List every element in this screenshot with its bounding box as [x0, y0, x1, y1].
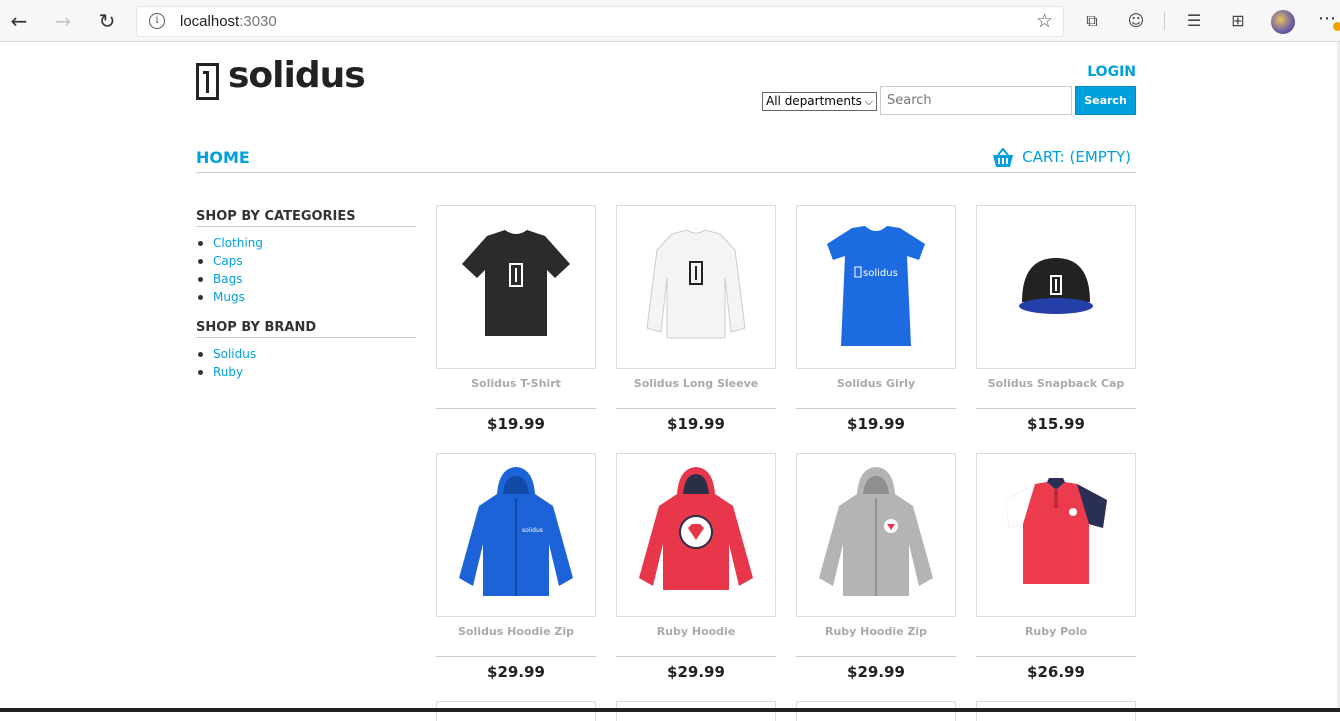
red-hoodie-image — [639, 467, 753, 590]
product-card[interactable]: Solidus T-Shirt $19.99 — [436, 205, 596, 439]
divider — [976, 656, 1136, 657]
divider — [796, 656, 956, 657]
product-price: $26.99 — [1027, 663, 1085, 681]
list-item: Ruby — [196, 363, 416, 381]
product-card[interactable]: solidus Solidus Hoodie Zip $29.99 — [436, 453, 596, 687]
product-card[interactable]: Ruby Hoodie Zip $29.99 — [796, 453, 956, 687]
list-item: Bags — [196, 270, 416, 288]
sidebar: SHOP BY CATEGORIES Clothing Caps Bags Mu… — [196, 209, 416, 395]
profile-avatar[interactable] — [1271, 10, 1295, 34]
category-link-caps[interactable]: Caps — [213, 254, 243, 268]
white-longsleeve-image — [646, 229, 746, 339]
logo-text: solidus — [228, 55, 366, 96]
product-price: $29.99 — [847, 663, 905, 681]
product-price: $15.99 — [1027, 415, 1085, 433]
back-arrow-icon[interactable]: ← — [7, 9, 31, 33]
product-name[interactable]: Solidus Snapback Cap — [976, 377, 1136, 390]
department-selected: All departments — [766, 94, 862, 108]
product-price: $29.99 — [667, 663, 725, 681]
brand-title: SHOP BY BRAND — [196, 320, 416, 338]
blue-girly-tee-image: solidus — [827, 226, 925, 346]
main-nav: HOME CART: (EMPTY) — [196, 146, 1136, 173]
product-name[interactable]: Ruby Polo — [976, 625, 1136, 638]
list-item: Solidus — [196, 345, 416, 363]
search-input[interactable] — [880, 86, 1072, 115]
product-image[interactable]: solidus — [436, 453, 596, 617]
product-card[interactable]: Solidus Long Sleeve $19.99 — [616, 205, 776, 439]
divider — [436, 408, 596, 409]
toolbar-divider — [1164, 12, 1165, 30]
login-link[interactable]: LOGIN — [1087, 64, 1136, 80]
solidus-mark-icon — [196, 63, 219, 100]
list-item: Caps — [196, 252, 416, 270]
cart-basket-icon — [993, 148, 1014, 167]
grey-hoodie-image — [819, 467, 933, 596]
categories-list: Clothing Caps Bags Mugs — [196, 234, 416, 306]
product-name[interactable]: Solidus T-Shirt — [436, 377, 596, 390]
red-polo-image — [1005, 478, 1107, 584]
product-price: $19.99 — [667, 415, 725, 433]
product-image[interactable] — [976, 205, 1136, 369]
black-tshirt-image — [462, 230, 570, 336]
divider — [616, 408, 776, 409]
extension-icon[interactable]: ☺ — [1126, 11, 1146, 31]
divider — [436, 656, 596, 657]
category-link-clothing[interactable]: Clothing — [213, 236, 263, 250]
black-cap-image — [1019, 258, 1093, 314]
categories-title: SHOP BY CATEGORIES — [196, 209, 416, 227]
product-image[interactable] — [436, 205, 596, 369]
brands-list: Solidus Ruby — [196, 345, 416, 381]
favorites-list-icon[interactable]: ☰ — [1184, 11, 1204, 31]
reload-icon[interactable]: ↻ — [95, 9, 119, 33]
product-name[interactable]: Solidus Long Sleeve — [616, 377, 776, 390]
product-image[interactable] — [976, 453, 1136, 617]
product-name[interactable]: Ruby Hoodie Zip — [796, 625, 956, 638]
category-link-mugs[interactable]: Mugs — [213, 290, 245, 304]
favorite-star-icon[interactable]: ☆ — [1036, 10, 1053, 32]
product-price: $29.99 — [487, 663, 545, 681]
home-link[interactable]: HOME — [196, 148, 250, 167]
product-name[interactable]: Ruby Hoodie — [616, 625, 776, 638]
product-name[interactable]: Solidus Girly — [796, 377, 956, 390]
product-card[interactable]: Ruby Polo $26.99 — [976, 453, 1136, 687]
site-info-icon[interactable]: i — [149, 13, 165, 29]
department-select[interactable]: All departments ⌵ — [762, 92, 877, 111]
cart-label: CART: (EMPTY) — [1022, 148, 1131, 166]
blue-hoodie-image: solidus — [459, 467, 573, 596]
product-name[interactable]: Solidus Hoodie Zip — [436, 625, 596, 638]
divider — [976, 408, 1136, 409]
svg-text:solidus: solidus — [863, 268, 898, 279]
svg-text:solidus: solidus — [522, 527, 543, 534]
collections-tab-icon[interactable]: ⧉ — [1082, 11, 1102, 31]
product-image[interactable] — [796, 453, 956, 617]
cart-link[interactable]: CART: (EMPTY) — [993, 148, 1131, 167]
address-url[interactable]: localhost:3030 — [180, 13, 277, 30]
address-bar[interactable]: i localhost:3030 ☆ — [136, 6, 1064, 37]
product-card[interactable]: Ruby Hoodie $29.99 — [616, 453, 776, 687]
update-badge — [1333, 22, 1340, 31]
window-bottom-edge — [0, 708, 1340, 712]
product-image[interactable] — [616, 453, 776, 617]
divider — [796, 408, 956, 409]
browser-toolbar: ← → ↻ i localhost:3030 ☆ ⧉ ☺ ☰ ⊞ ⋯ — [0, 0, 1340, 42]
product-card[interactable]: solidus Solidus Girly $19.99 — [796, 205, 956, 439]
chevron-down-icon: ⌵ — [864, 95, 873, 108]
forward-arrow-icon[interactable]: → — [51, 9, 75, 33]
product-card[interactable]: Solidus Snapback Cap $15.99 — [976, 205, 1136, 439]
category-link-bags[interactable]: Bags — [213, 272, 242, 286]
list-item: Mugs — [196, 288, 416, 306]
product-price: $19.99 — [847, 415, 905, 433]
brand-link-solidus[interactable]: Solidus — [213, 347, 256, 361]
collections-icon[interactable]: ⊞ — [1228, 11, 1248, 31]
search-button[interactable]: Search — [1075, 86, 1136, 115]
divider — [616, 656, 776, 657]
product-image[interactable]: solidus — [796, 205, 956, 369]
store-page: solidus LOGIN All departments ⌵ Search H… — [196, 42, 1136, 721]
product-image[interactable] — [616, 205, 776, 369]
brand-link-ruby[interactable]: Ruby — [213, 365, 243, 379]
list-item: Clothing — [196, 234, 416, 252]
product-price: $19.99 — [487, 415, 545, 433]
